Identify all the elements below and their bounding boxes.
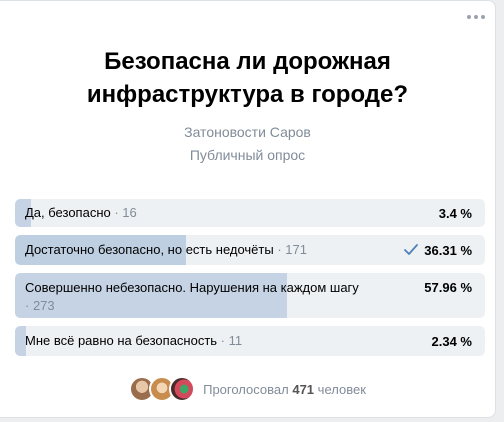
poll-type: Публичный опрос <box>189 147 306 163</box>
voters-prefix: Проголосовал <box>203 381 289 397</box>
option-count-sep: · <box>110 205 123 220</box>
poll-title: Безопасна ли дорожная инфраструктура в г… <box>86 48 409 108</box>
option-percent: 2.34 % <box>432 334 485 349</box>
option-count: 16 <box>122 205 137 220</box>
more-icon[interactable] <box>467 15 485 19</box>
more-dot <box>474 15 478 19</box>
voters-summary[interactable]: Проголосовал 471 человек <box>0 376 495 402</box>
option-percent-value: 36.31 % <box>424 242 472 258</box>
option-percent-value: 2.34 % <box>431 333 472 349</box>
voter-avatars <box>129 376 196 402</box>
option-count: 273 <box>32 298 55 313</box>
poll-option[interactable]: Достаточно безопасно, но есть недочёты ·… <box>15 235 485 265</box>
option-percent: 36.31 % <box>404 242 485 258</box>
more-dot <box>481 15 485 19</box>
option-label: Да, безопасно <box>25 205 111 220</box>
option-percent: 57.96 % <box>424 279 485 295</box>
voters-count: 471 <box>292 381 315 397</box>
option-percent-value: 3.4 % <box>438 205 472 221</box>
voters-suffix: человек <box>317 381 366 397</box>
poll-author[interactable]: Затоновости Саров <box>0 124 495 140</box>
option-text: Да, безопасно · 16 <box>15 204 439 222</box>
option-count-sep: · <box>217 333 229 348</box>
option-label: Достаточно безопасно, но есть недочёты <box>25 242 274 257</box>
poll-option[interactable]: Мне всё равно на безопасность · 11 2.34 … <box>15 326 485 356</box>
poll-option[interactable]: Совершенно небезопасно. Нарушения на каж… <box>15 273 485 318</box>
avatar <box>169 376 196 402</box>
option-count: 11 <box>228 333 243 348</box>
option-percent: 3.4 % <box>439 206 485 221</box>
option-text: Мне всё равно на безопасность · 11 <box>15 332 432 350</box>
option-count-sep: · <box>25 298 33 313</box>
option-count: 171 <box>285 242 307 257</box>
option-count-sep: · <box>273 242 286 257</box>
option-label: Мне всё равно на безопасность <box>25 333 218 348</box>
option-label: Совершенно небезопасно. Нарушения на каж… <box>25 280 359 295</box>
check-icon <box>404 242 419 258</box>
option-percent-value: 57.96 % <box>424 280 472 295</box>
option-text: Достаточно безопасно, но есть недочёты ·… <box>15 241 404 259</box>
option-text: Совершенно небезопасно. Нарушения на каж… <box>15 279 424 315</box>
poll-option[interactable]: Да, безопасно · 16 3.4 % <box>15 199 485 227</box>
more-dot <box>467 15 471 19</box>
poll-options: Да, безопасно · 16 3.4 % Достаточно безо… <box>15 199 485 364</box>
poll-card: Безопасна ли дорожная инфраструктура в г… <box>0 0 496 418</box>
